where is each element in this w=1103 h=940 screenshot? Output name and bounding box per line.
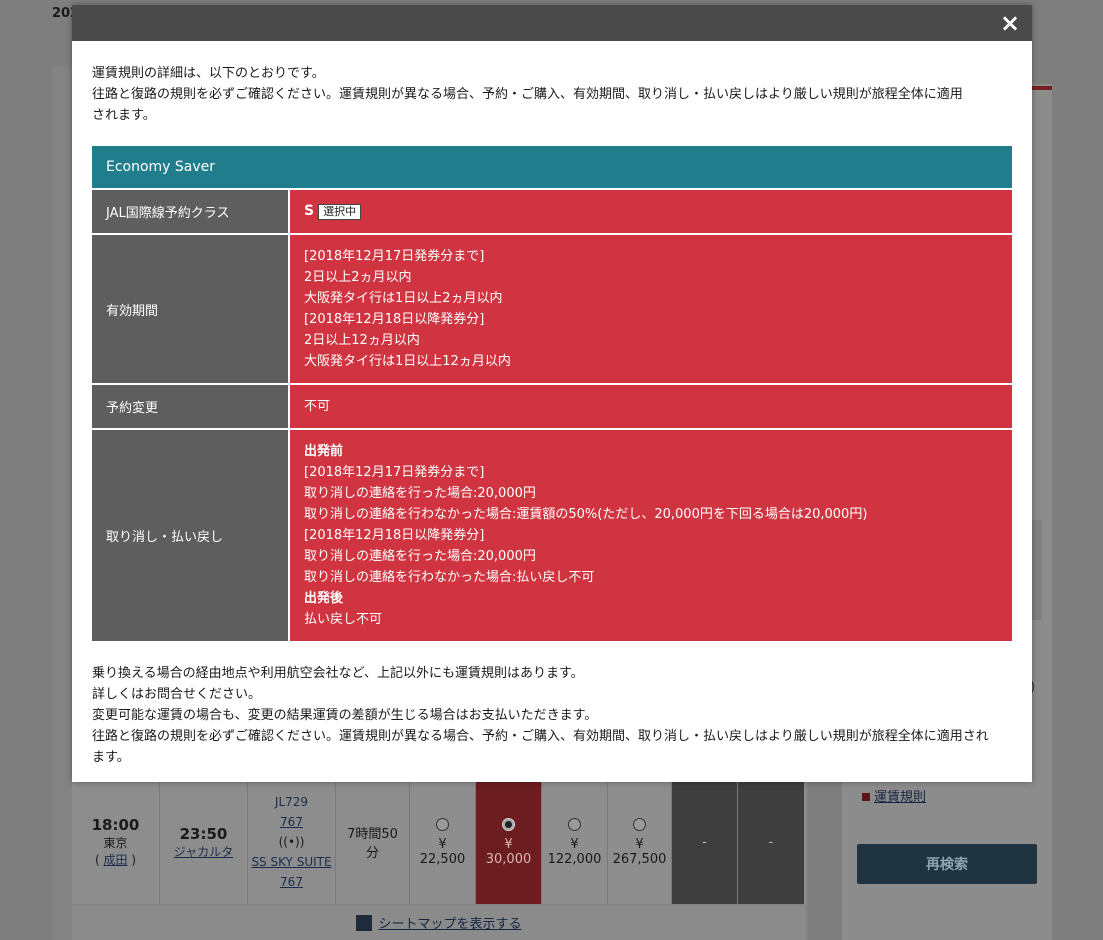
price-currency-1: ¥	[438, 836, 447, 852]
fare-name-header: Economy Saver	[92, 146, 1012, 188]
fare-rule-label: 運賃規則	[874, 790, 927, 805]
price-cell-3[interactable]: ¥ 122,000	[542, 780, 608, 904]
price-radio-3[interactable]	[568, 817, 581, 831]
validity-line: [2018年12月17日発券分まで]	[304, 249, 485, 264]
row-validity: 有効期間 [2018年12月17日発券分まで] 2日以上2ヵ月以内 大阪発タイ行…	[92, 233, 1012, 383]
depart-airport-link[interactable]: 成田	[103, 853, 127, 867]
arrive-city-link[interactable]: ジャカルタ	[174, 843, 233, 860]
price-cell-4[interactable]: ¥ 267,500	[608, 780, 672, 904]
seat-badge: SS	[251, 855, 267, 869]
price-currency-2: ¥	[504, 836, 513, 852]
label-validity: 有効期間	[92, 235, 290, 383]
research-button[interactable]: 再検索	[857, 844, 1037, 884]
refund-after-value: 払い戻し不可	[304, 612, 383, 627]
aircraft-link[interactable]: 767	[280, 812, 303, 832]
depart-cell: 18:00 東京 ( 成田 )	[72, 780, 160, 904]
refund-after-heading: 出発後	[304, 591, 344, 606]
document-icon	[862, 793, 870, 801]
modal-header: ×	[72, 5, 1032, 41]
footer-line-3: 変更可能な運賃の場合も、変更の結果運賃の差額が生じる場合はお支払いただきます。	[92, 708, 598, 723]
fare-rule-link[interactable]: 運賃規則	[862, 786, 926, 805]
price-currency-4: ¥	[635, 836, 644, 852]
booking-class-code: S	[304, 203, 315, 219]
refund-line: [2018年12月17日発券分まで]	[304, 465, 485, 480]
modal-body: 運賃規則の詳細は、以下のとおりです。 往路と復路の規則を必ずご確認ください。運賃…	[72, 41, 1032, 768]
footer-line-4: 往路と復路の規則を必ずご確認ください。運賃規則が異なる場合、予約・ご購入、有効期…	[92, 729, 989, 765]
price-cell-2[interactable]: ¥ 30,000	[476, 780, 542, 904]
row-refund: 取り消し・払い戻し 出発前 [2018年12月17日発券分まで] 取り消しの連絡…	[92, 428, 1012, 641]
validity-line: 2日以上12ヵ月以内	[304, 333, 420, 348]
price-cell-1[interactable]: ¥ 22,500	[410, 780, 476, 904]
seat-icon	[356, 914, 373, 931]
unavailable-dash-2: -	[768, 834, 774, 850]
duration-cell: 7時間50分	[336, 780, 410, 904]
footer-line-2: 詳しくはお問合せください。	[92, 687, 262, 702]
price-currency-3: ¥	[570, 836, 579, 852]
seatmap-bar: シートマップを表示する	[72, 905, 806, 940]
price-radio-1[interactable]	[436, 817, 449, 831]
row-booking-class: JAL国際線予約クラス S 選択中	[92, 188, 1012, 233]
wifi-icon: ((•))	[278, 835, 305, 849]
label-change: 予約変更	[92, 385, 290, 428]
refund-line: 取り消しの連絡を行った場合:20,000円	[304, 549, 536, 564]
refund-line: [2018年12月18日以降発券分]	[304, 528, 485, 543]
sidebar-accent	[1032, 86, 1052, 90]
price-amount-2: 30,000	[485, 851, 532, 867]
price-radio-2[interactable]	[502, 817, 515, 831]
seat-aircraft-link[interactable]: 767	[280, 872, 303, 892]
selected-badge: 選択中	[318, 203, 362, 220]
validity-line: 大阪発タイ行は1日以上2ヵ月以内	[304, 291, 503, 306]
seat-name: SKY SUITE	[270, 855, 332, 869]
duration: 7時間50分	[347, 827, 398, 861]
flight-info-cell: JL729 767 ((•)) SS SKY SUITE 767	[248, 780, 336, 904]
unavailable-cell-1: -	[672, 780, 738, 904]
close-button[interactable]: ×	[996, 9, 1024, 37]
seat-name-link[interactable]: SS SKY SUITE	[251, 852, 331, 872]
intro-text: 運賃規則の詳細は、以下のとおりです。 往路と復路の規則を必ずご確認ください。運賃…	[92, 63, 972, 126]
row-change: 予約変更 不可	[92, 383, 1012, 428]
fare-rules-table: Economy Saver JAL国際線予約クラス S 選択中 有効期間 [20…	[92, 146, 1012, 641]
arrive-time: 23:50	[179, 824, 228, 843]
fare-rules-modal: × 運賃規則の詳細は、以下のとおりです。 往路と復路の規則を必ずご確認ください。…	[72, 5, 1032, 782]
price-amount-1: 22,500	[419, 851, 466, 867]
unavailable-dash-1: -	[702, 834, 707, 850]
refund-line: 取り消しの連絡を行わなかった場合:払い戻し不可	[304, 570, 595, 585]
unavailable-cell-2: -	[738, 780, 804, 904]
change-value: 不可	[304, 399, 331, 414]
seatmap-link[interactable]: シートマップを表示する	[378, 913, 521, 932]
depart-time: 18:00	[91, 816, 140, 834]
value-booking-class: S 選択中	[290, 190, 1012, 233]
price-amount-3: 122,000	[547, 851, 602, 867]
footer-notes: 乗り換える場合の経由地点や利用航空会社など、上記以外にも運賃規則はあります。 詳…	[92, 663, 992, 768]
depart-city: 東京	[103, 836, 128, 850]
refund-line: 取り消しの連絡を行った場合:20,000円	[304, 486, 536, 501]
arrive-cell: 23:50 ジャカルタ	[160, 780, 248, 904]
flight-row: 18:00 東京 ( 成田 ) 23:50 ジャカルタ JL729 767 ((…	[72, 780, 806, 904]
footer-line-1: 乗り換える場合の経由地点や利用航空会社など、上記以外にも運賃規則はあります。	[92, 666, 584, 681]
price-radio-4[interactable]	[633, 817, 646, 831]
value-change: 不可	[290, 385, 1012, 428]
flight-number: JL729	[274, 795, 309, 809]
refund-line: 取り消しの連絡を行わなかった場合:運賃額の50%(ただし、20,000円を下回る…	[304, 507, 868, 522]
depart-airport-wrap: ( 成田 )	[94, 853, 136, 867]
value-validity: [2018年12月17日発券分まで] 2日以上2ヵ月以内 大阪発タイ行は1日以上…	[290, 235, 1012, 383]
validity-line: 2日以上2ヵ月以内	[304, 270, 412, 285]
label-refund: 取り消し・払い戻し	[92, 430, 290, 641]
validity-line: [2018年12月18日以降発券分]	[304, 312, 485, 327]
label-booking-class: JAL国際線予約クラス	[92, 190, 290, 233]
refund-before-heading: 出発前	[304, 444, 344, 459]
price-amount-4: 267,500	[612, 851, 667, 867]
intro-line-1: 運賃規則の詳細は、以下のとおりです。	[92, 66, 325, 81]
validity-line: 大阪発タイ行は1日以上12ヵ月以内	[304, 354, 511, 369]
value-refund: 出発前 [2018年12月17日発券分まで] 取り消しの連絡を行った場合:20,…	[290, 430, 1012, 641]
intro-line-2: 往路と復路の規則を必ずご確認ください。運賃規則が異なる場合、予約・ご購入、有効期…	[92, 87, 963, 123]
